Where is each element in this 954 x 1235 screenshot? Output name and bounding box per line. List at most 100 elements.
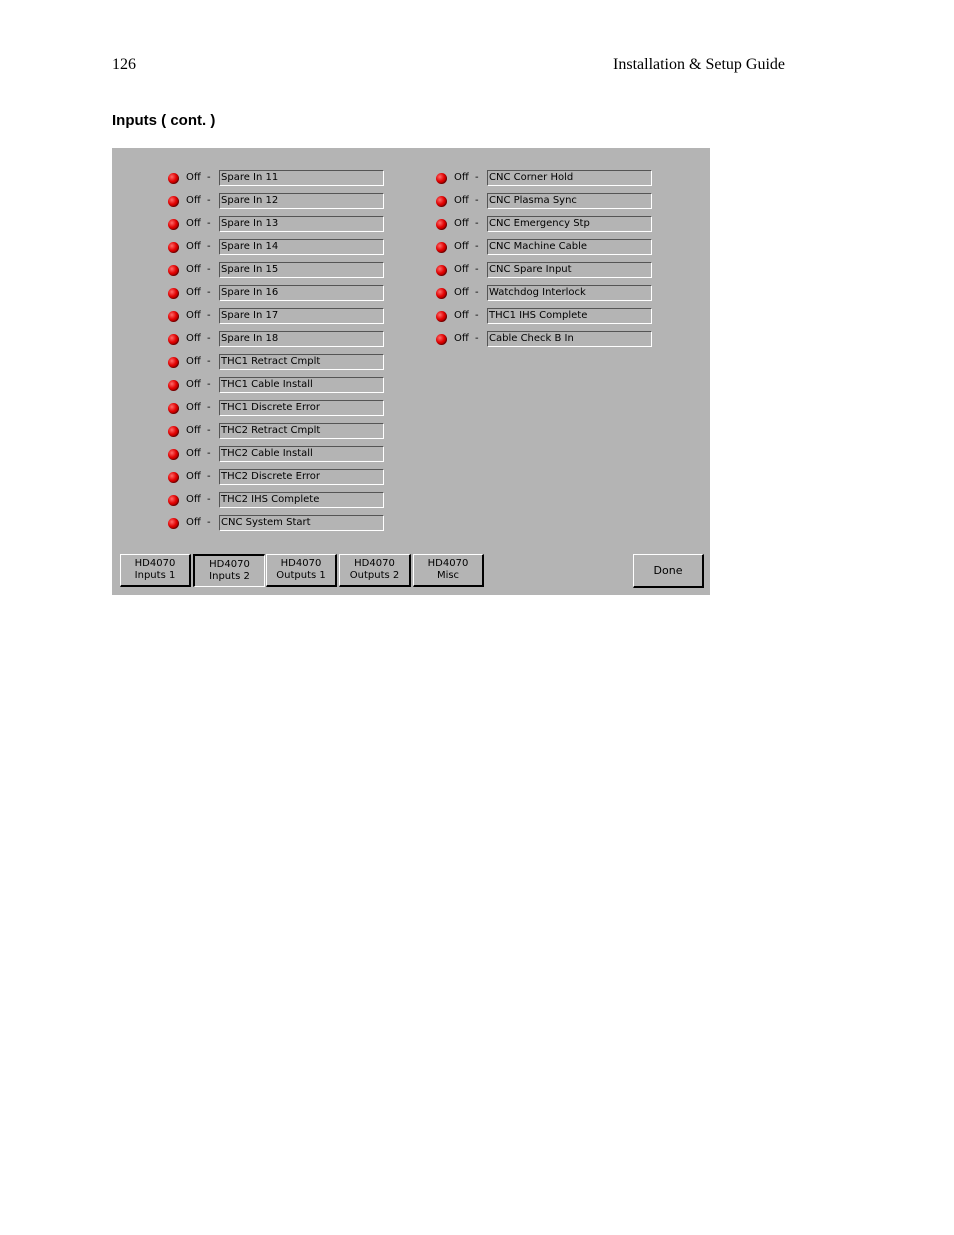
input-name-field: CNC System Start	[219, 515, 384, 531]
input-state: Off	[186, 471, 201, 482]
input-state: Off	[186, 402, 201, 413]
input-row: Off - THC2 Cable Install	[168, 446, 408, 469]
led-indicator-icon	[168, 495, 179, 506]
led-indicator-icon	[168, 449, 179, 460]
separator: -	[475, 195, 479, 206]
input-state: Off	[186, 494, 201, 505]
input-state: Off	[454, 241, 469, 252]
led-indicator-icon	[436, 311, 447, 322]
inputs-column-right: Off - CNC Corner Hold Off - CNC Plasma Sync …	[436, 170, 676, 354]
led-indicator-icon	[168, 288, 179, 299]
input-row: Off - Spare In 16	[168, 285, 408, 308]
tab-misc[interactable]: HD4070 Misc	[413, 554, 484, 587]
led-indicator-icon	[168, 173, 179, 184]
led-indicator-icon	[168, 518, 179, 529]
led-indicator-icon	[168, 219, 179, 230]
input-name-field: THC2 Discrete Error	[219, 469, 384, 485]
tab-line1: HD4070	[354, 558, 395, 569]
input-state: Off	[454, 333, 469, 344]
input-state: Off	[454, 264, 469, 275]
separator: -	[475, 333, 479, 344]
input-row: Off - THC1 Retract Cmplt	[168, 354, 408, 377]
led-indicator-icon	[436, 196, 447, 207]
tab-inputs-2[interactable]: HD4070 Inputs 2	[193, 554, 265, 587]
tab-line2: Inputs 1	[134, 570, 176, 581]
input-row: Off - Spare In 17	[168, 308, 408, 331]
input-name-field: THC2 Cable Install	[219, 446, 384, 462]
input-row: Off - CNC Machine Cable	[436, 239, 676, 262]
led-indicator-icon	[436, 219, 447, 230]
led-indicator-icon	[436, 173, 447, 184]
led-indicator-icon	[168, 403, 179, 414]
led-indicator-icon	[168, 357, 179, 368]
input-row: Off - THC2 Discrete Error	[168, 469, 408, 492]
done-button[interactable]: Done	[633, 554, 704, 588]
separator: -	[207, 494, 211, 505]
led-indicator-icon	[168, 426, 179, 437]
input-name-field: THC1 Retract Cmplt	[219, 354, 384, 370]
input-state: Off	[186, 287, 201, 298]
input-name-field: THC1 IHS Complete	[487, 308, 652, 324]
tab-outputs-1[interactable]: HD4070 Outputs 1	[266, 554, 337, 587]
input-name-field: Cable Check B In	[487, 331, 652, 347]
separator: -	[207, 218, 211, 229]
separator: -	[207, 333, 211, 344]
tab-inputs-1[interactable]: HD4070 Inputs 1	[120, 554, 191, 587]
separator: -	[475, 172, 479, 183]
input-state: Off	[454, 310, 469, 321]
led-indicator-icon	[168, 472, 179, 483]
input-name-field: Spare In 13	[219, 216, 384, 232]
input-state: Off	[186, 195, 201, 206]
input-name-field: THC1 Cable Install	[219, 377, 384, 393]
separator: -	[475, 287, 479, 298]
tab-line1: HD4070	[209, 559, 250, 570]
separator: -	[207, 517, 211, 528]
tab-outputs-2[interactable]: HD4070 Outputs 2	[339, 554, 411, 587]
input-name-field: THC1 Discrete Error	[219, 400, 384, 416]
separator: -	[207, 425, 211, 436]
led-indicator-icon	[436, 334, 447, 345]
tab-line2: Outputs 1	[276, 570, 326, 581]
input-state: Off	[186, 264, 201, 275]
separator: -	[207, 448, 211, 459]
running-header: Installation & Setup Guide	[613, 56, 785, 73]
input-state: Off	[186, 218, 201, 229]
led-indicator-icon	[168, 265, 179, 276]
page-number: 126	[112, 56, 136, 73]
section-title: Inputs ( cont. )	[112, 112, 216, 129]
inputs-screen: Off - Spare In 11 Off - Spare In 12 Off - Spar…	[112, 148, 710, 595]
input-state: Off	[186, 172, 201, 183]
input-name-field: CNC Emergency Stp	[487, 216, 652, 232]
input-name-field: CNC Spare Input	[487, 262, 652, 278]
input-row: Off - Watchdog Interlock	[436, 285, 676, 308]
input-name-field: Spare In 18	[219, 331, 384, 347]
separator: -	[207, 356, 211, 367]
input-state: Off	[186, 356, 201, 367]
input-name-field: Spare In 15	[219, 262, 384, 278]
input-name-field: Spare In 17	[219, 308, 384, 324]
led-indicator-icon	[168, 242, 179, 253]
input-name-field: Spare In 14	[219, 239, 384, 255]
input-state: Off	[454, 195, 469, 206]
input-state: Off	[186, 517, 201, 528]
separator: -	[207, 195, 211, 206]
separator: -	[207, 287, 211, 298]
tab-line2: Inputs 2	[209, 571, 250, 582]
input-row: Off - Spare In 11	[168, 170, 408, 193]
input-row: Off - THC2 IHS Complete	[168, 492, 408, 515]
input-row: Off - CNC System Start	[168, 515, 408, 538]
input-state: Off	[454, 172, 469, 183]
separator: -	[207, 471, 211, 482]
input-state: Off	[186, 425, 201, 436]
separator: -	[207, 172, 211, 183]
tab-line1: HD4070	[280, 558, 322, 569]
input-state: Off	[186, 310, 201, 321]
input-row: Off - Spare In 12	[168, 193, 408, 216]
input-row: Off - CNC Plasma Sync	[436, 193, 676, 216]
input-row: Off - CNC Corner Hold	[436, 170, 676, 193]
led-indicator-icon	[168, 311, 179, 322]
input-row: Off - CNC Spare Input	[436, 262, 676, 285]
led-indicator-icon	[168, 380, 179, 391]
input-name-field: Watchdog Interlock	[487, 285, 652, 301]
input-state: Off	[186, 379, 201, 390]
